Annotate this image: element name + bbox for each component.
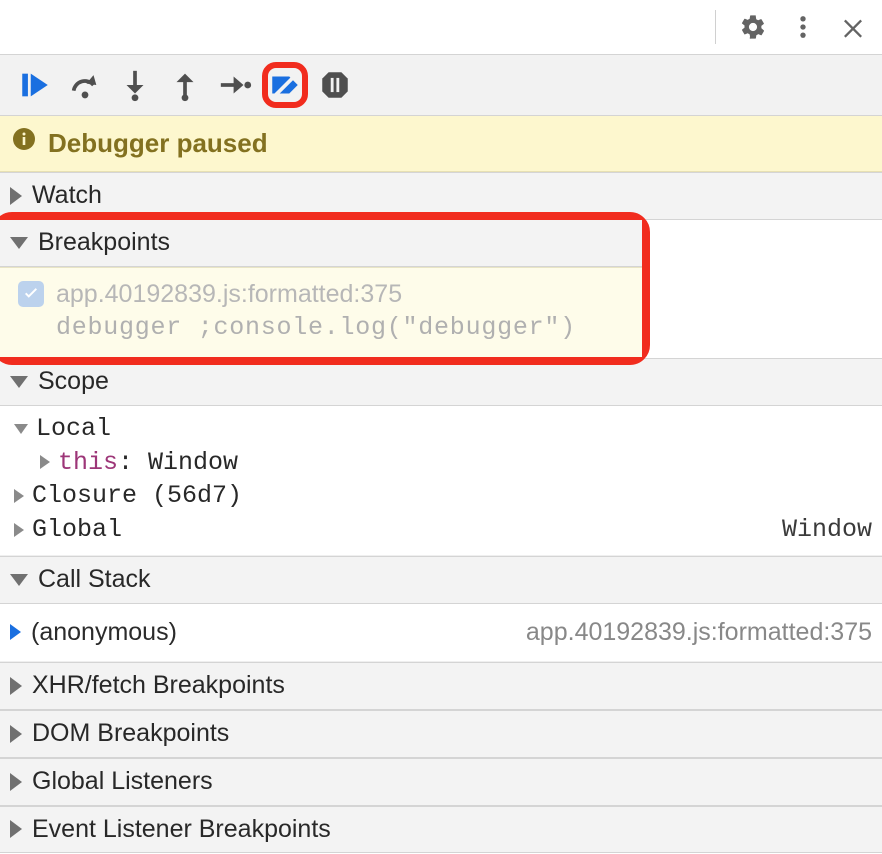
breakpoint-location: app.40192839.js:formatted:375 [56, 278, 402, 312]
banner-text: Debugger paused [48, 126, 268, 161]
current-frame-icon [10, 624, 21, 640]
breakpoints-header[interactable]: Breakpoints [0, 220, 642, 267]
global-listeners-header[interactable]: Global Listeners [0, 758, 882, 806]
step-into-button[interactable] [112, 62, 158, 108]
breakpoint-code: debugger ;console.log("debugger") [18, 311, 630, 345]
chevron-right-icon [40, 455, 50, 469]
dom-breakpoints-header[interactable]: DOM Breakpoints [0, 710, 882, 758]
debugger-paused-banner: Debugger paused [0, 116, 882, 172]
scope-this-row[interactable]: this : Window [10, 446, 872, 480]
devtools-top-toolbar [0, 0, 882, 54]
callstack-label: Call Stack [38, 563, 151, 597]
info-icon [12, 127, 36, 160]
global-listeners-label: Global Listeners [32, 765, 213, 799]
scope-this-value: : Window [118, 446, 238, 480]
debugger-toolbar [0, 54, 882, 116]
scope-global-value: Window [782, 513, 872, 547]
breakpoints-highlight: Breakpoints app.40192839.js:formatted:37… [0, 212, 650, 365]
close-icon[interactable] [834, 8, 872, 46]
breakpoint-checkbox[interactable] [18, 281, 44, 307]
callstack-header[interactable]: Call Stack [0, 556, 882, 604]
chevron-right-icon [10, 820, 22, 838]
chevron-right-icon [10, 725, 22, 743]
scope-closure-label: Closure (56d7) [32, 479, 242, 513]
xhr-breakpoints-header[interactable]: XHR/fetch Breakpoints [0, 662, 882, 710]
chevron-down-icon [14, 424, 28, 434]
event-listener-breakpoints-header[interactable]: Event Listener Breakpoints [0, 806, 882, 854]
chevron-right-icon [10, 773, 22, 791]
breakpoints-label: Breakpoints [38, 226, 170, 260]
scope-local-label: Local [36, 412, 111, 446]
chevron-right-icon [10, 187, 22, 205]
scope-this-key: this [58, 446, 118, 480]
chevron-down-icon [10, 237, 28, 249]
scope-global-label: Global [32, 513, 122, 547]
dom-breakpoints-label: DOM Breakpoints [32, 717, 229, 751]
chevron-down-icon [10, 574, 28, 586]
deactivate-breakpoints-button[interactable] [262, 62, 308, 108]
step-over-button[interactable] [62, 62, 108, 108]
callstack-frame-name: (anonymous) [31, 616, 177, 650]
scope-closure-row[interactable]: Closure (56d7) [10, 479, 872, 513]
step-out-button[interactable] [162, 62, 208, 108]
pause-on-exceptions-button[interactable] [312, 62, 358, 108]
chevron-right-icon [14, 523, 24, 537]
toolbar-separator [715, 10, 716, 44]
event-listener-breakpoints-label: Event Listener Breakpoints [32, 813, 331, 847]
scope-label: Scope [38, 365, 109, 399]
breakpoint-item[interactable]: app.40192839.js:formatted:375 [18, 278, 630, 312]
resume-button[interactable] [12, 62, 58, 108]
scope-body: Local this : Window Closure (56d7) Globa… [0, 406, 882, 556]
xhr-breakpoints-label: XHR/fetch Breakpoints [32, 669, 285, 703]
chevron-down-icon [10, 376, 28, 388]
scope-global-row[interactable]: Global Window [10, 513, 872, 547]
step-button[interactable] [212, 62, 258, 108]
chevron-right-icon [10, 677, 22, 695]
more-vert-icon[interactable] [784, 8, 822, 46]
breakpoints-body: app.40192839.js:formatted:375 debugger ;… [0, 267, 642, 358]
gear-icon[interactable] [734, 8, 772, 46]
scope-local-row[interactable]: Local [10, 412, 872, 446]
scope-header[interactable]: Scope [0, 358, 882, 406]
callstack-frame[interactable]: (anonymous) app.40192839.js:formatted:37… [0, 604, 882, 663]
chevron-right-icon [14, 489, 24, 503]
callstack-frame-source: app.40192839.js:formatted:375 [526, 616, 872, 650]
watch-label: Watch [32, 179, 102, 213]
